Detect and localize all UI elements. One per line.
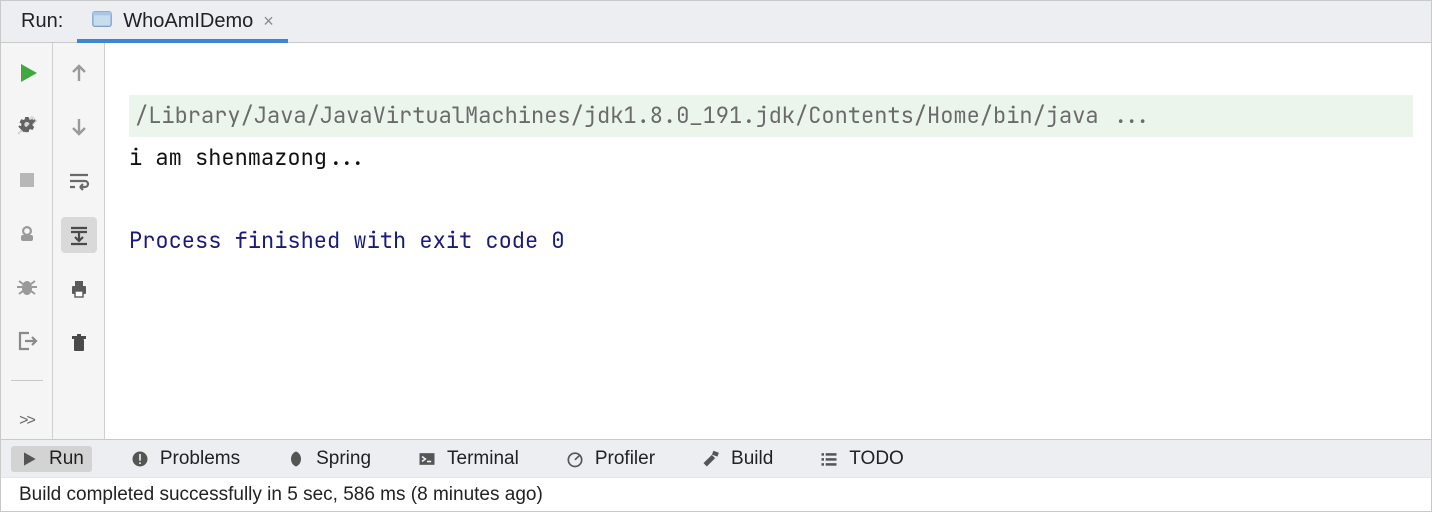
console-exit-line: Process finished with exit code 0 [129, 226, 565, 255]
panel-build-label: Build [731, 448, 773, 470]
list-icon [819, 449, 839, 469]
run-label: Run: [1, 10, 77, 33]
exit-button[interactable] [9, 323, 45, 359]
stop-button[interactable] [9, 162, 45, 198]
bottom-panel-switcher: Run Problems Spring Terminal Profiler Bu… [1, 439, 1431, 477]
up-stack-button[interactable] [61, 55, 97, 91]
close-icon[interactable]: × [263, 11, 274, 32]
status-bar: Build completed successfully in 5 sec, 5… [1, 477, 1431, 511]
run-config-icon [91, 8, 113, 36]
panel-profiler-label: Profiler [595, 448, 655, 470]
edit-config-button[interactable] [9, 109, 45, 145]
run-tabs: WhoAmIDemo × [77, 1, 288, 42]
panel-todo[interactable]: TODO [811, 446, 912, 472]
panel-problems-label: Problems [160, 448, 240, 470]
warning-icon [130, 449, 150, 469]
status-text: Build completed successfully in 5 sec, 5… [19, 484, 543, 506]
panel-terminal-label: Terminal [447, 448, 519, 470]
clear-all-button[interactable] [61, 325, 97, 361]
panel-run-label: Run [49, 448, 84, 470]
debug-button[interactable] [9, 269, 45, 305]
soft-wrap-button[interactable] [61, 163, 97, 199]
run-tab-whoamidemo[interactable]: WhoAmIDemo × [77, 1, 288, 42]
console-output[interactable]: /Library/Java/JavaVirtualMachines/jdk1.8… [105, 43, 1431, 439]
divider [11, 380, 43, 381]
console-command-line: /Library/Java/JavaVirtualMachines/jdk1.8… [129, 95, 1413, 137]
scroll-to-end-button[interactable] [61, 217, 97, 253]
run-main: >> /Library/Java/JavaVi [1, 43, 1431, 439]
more-actions-button[interactable]: >> [9, 403, 45, 439]
print-button[interactable] [61, 271, 97, 307]
run-tab-label: WhoAmIDemo [123, 10, 253, 33]
play-icon [19, 449, 39, 469]
terminal-icon [417, 449, 437, 469]
ide-run-tool-window: Run: WhoAmIDemo × [0, 0, 1432, 512]
panel-build[interactable]: Build [693, 446, 781, 472]
console-action-gutter [53, 43, 105, 439]
console-stdout-line: i am shenmazong... [129, 143, 367, 172]
panel-run[interactable]: Run [11, 446, 92, 472]
panel-spring[interactable]: Spring [278, 446, 379, 472]
panel-terminal[interactable]: Terminal [409, 446, 527, 472]
panel-spring-label: Spring [316, 448, 371, 470]
left-action-gutter: >> [1, 43, 53, 439]
rerun-button[interactable] [9, 55, 45, 91]
chevron-more-icon: >> [19, 412, 34, 430]
down-stack-button[interactable] [61, 109, 97, 145]
dump-threads-button[interactable] [9, 216, 45, 252]
panel-profiler[interactable]: Profiler [557, 446, 663, 472]
leaf-icon [286, 449, 306, 469]
gauge-icon [565, 449, 585, 469]
run-toolbar-header: Run: WhoAmIDemo × [1, 1, 1431, 43]
panel-todo-label: TODO [849, 448, 904, 470]
hammer-icon [701, 449, 721, 469]
panel-problems[interactable]: Problems [122, 446, 248, 472]
